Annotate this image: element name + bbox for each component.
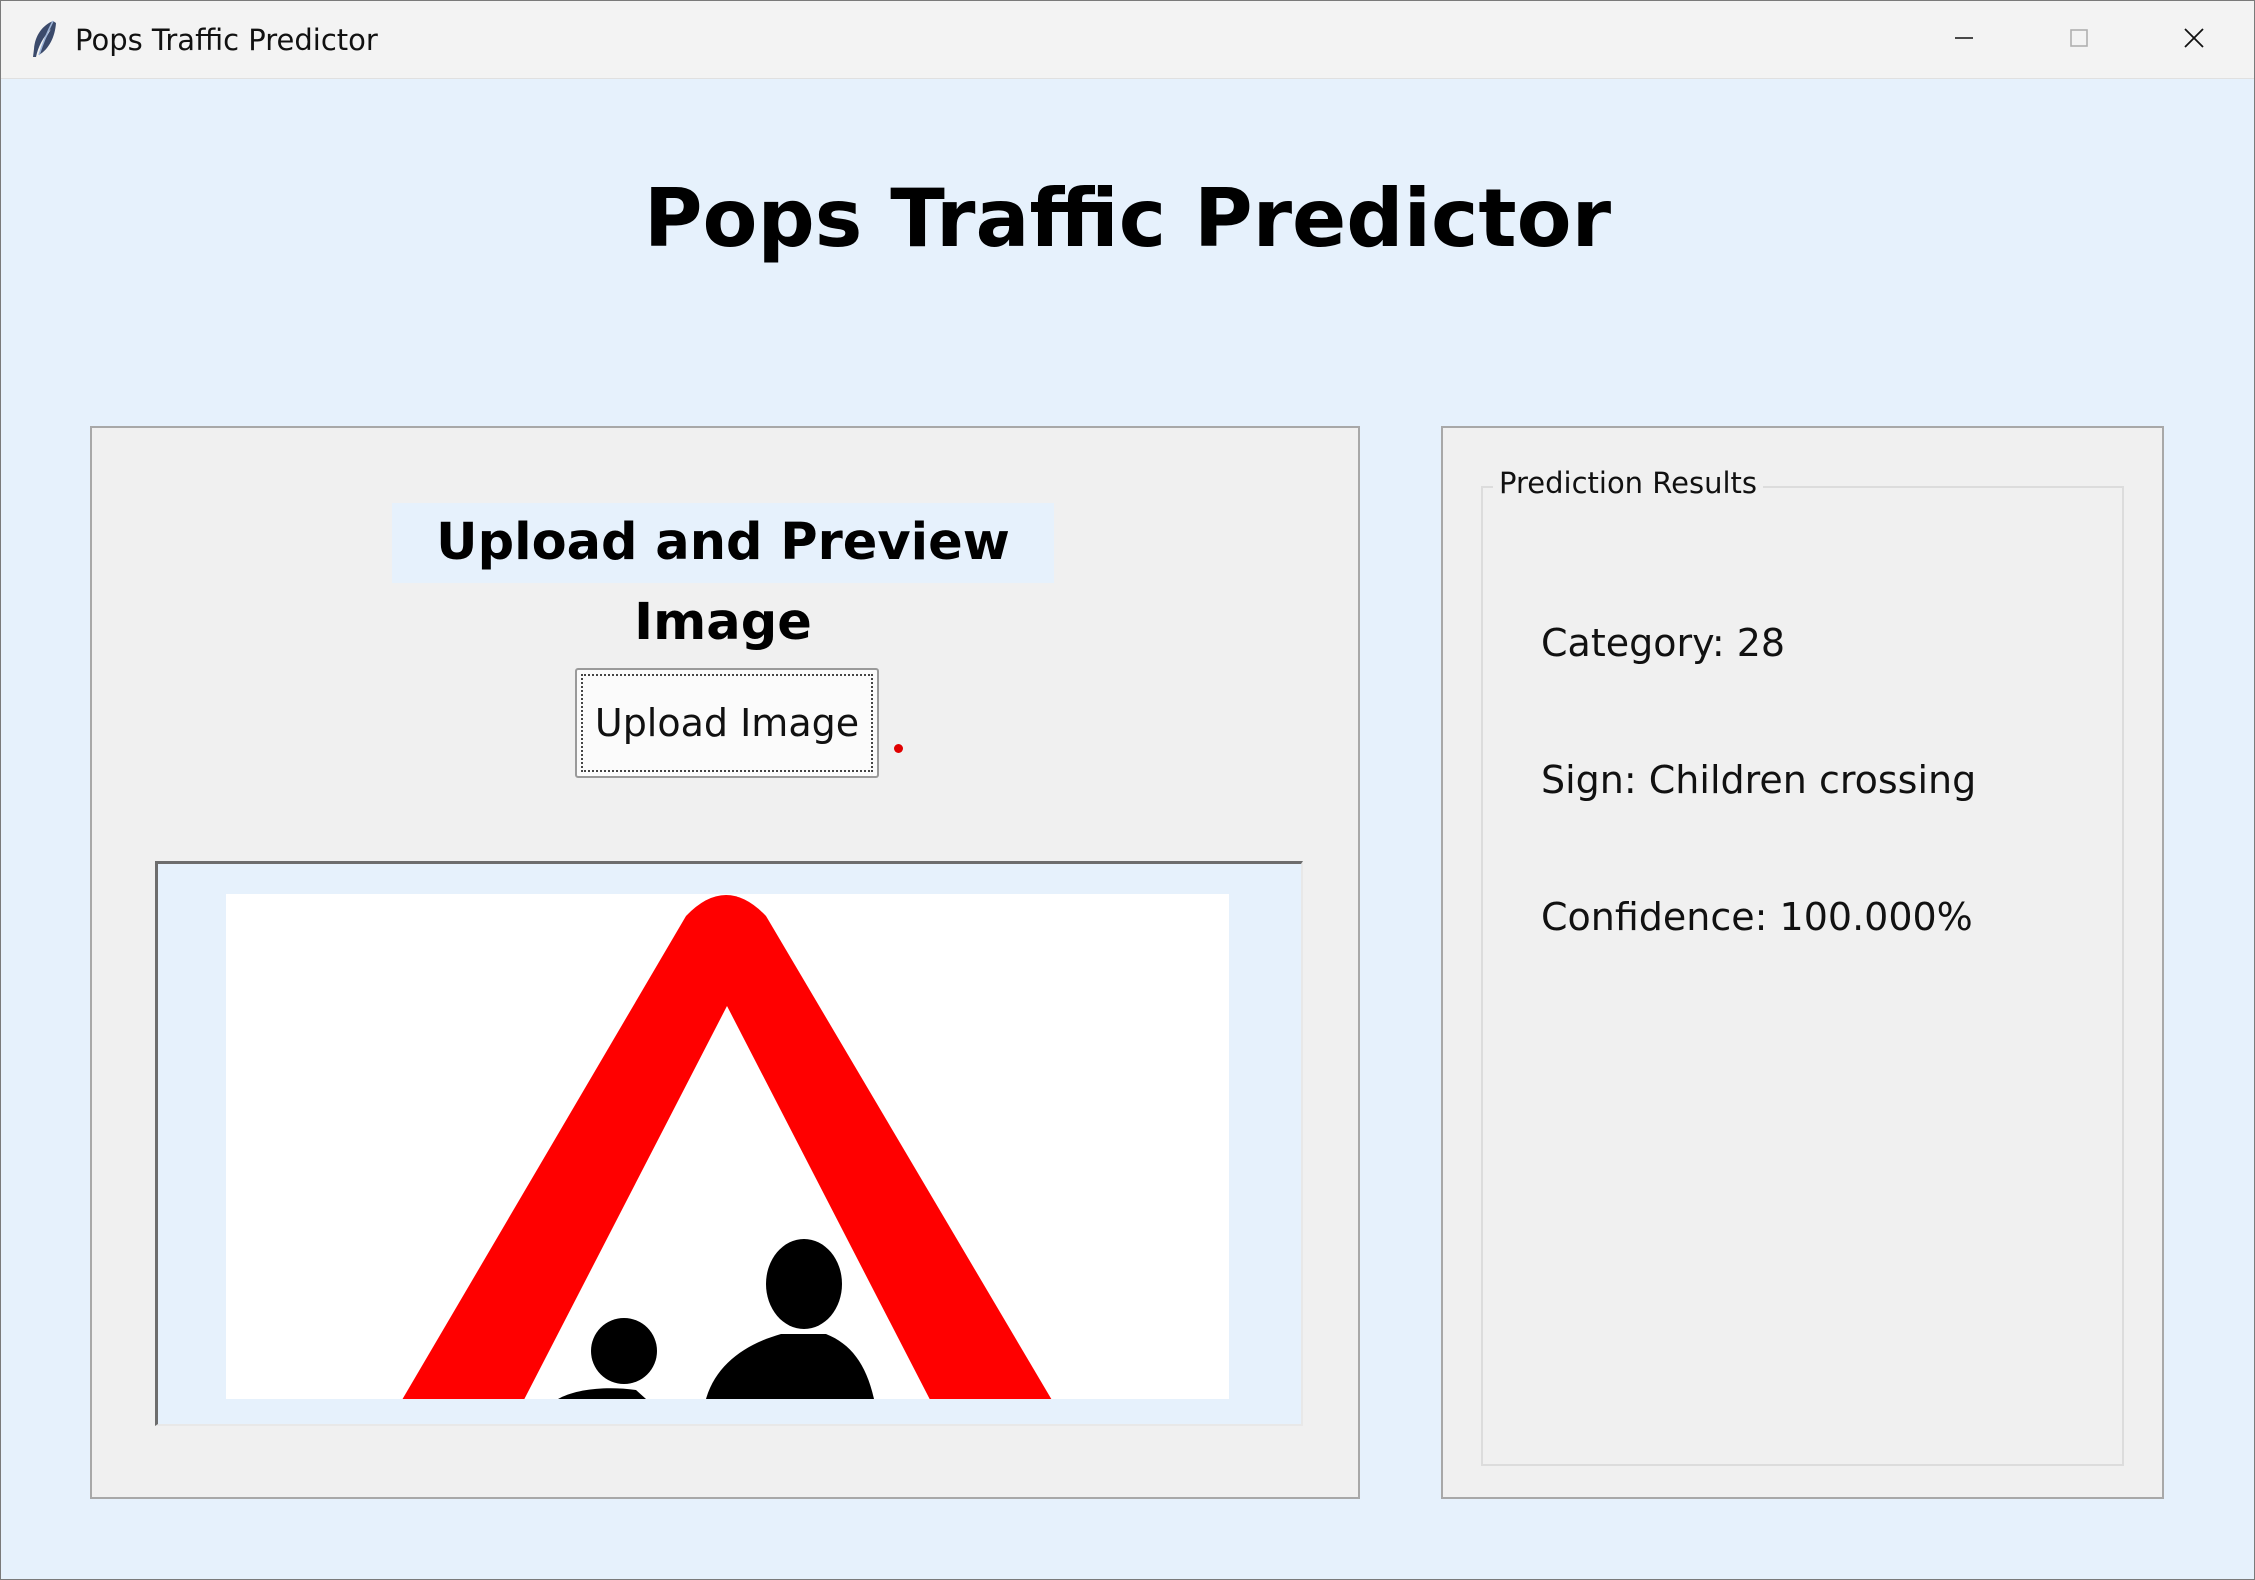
upload-button-label: Upload Image bbox=[581, 674, 873, 772]
close-button[interactable] bbox=[2136, 1, 2251, 78]
category-label: Category: 28 bbox=[1541, 621, 1786, 665]
upload-heading: Upload and Preview Image bbox=[392, 503, 1054, 652]
children-crossing-sign-image bbox=[226, 894, 1229, 1399]
feather-icon bbox=[29, 19, 59, 61]
preview-image bbox=[226, 894, 1229, 1399]
close-icon bbox=[2183, 27, 2205, 53]
upload-image-button[interactable]: Upload Image bbox=[575, 668, 879, 778]
page-title: Pops Traffic Predictor bbox=[643, 172, 1612, 265]
maximize-button[interactable] bbox=[2021, 1, 2136, 78]
window-title: Pops Traffic Predictor bbox=[75, 23, 378, 57]
image-preview-frame bbox=[155, 861, 1303, 1426]
prediction-results-group: Prediction Results Category: 28 Sign: Ch… bbox=[1481, 463, 2124, 1466]
minimize-button[interactable] bbox=[1906, 1, 2021, 78]
maximize-icon bbox=[2069, 28, 2089, 52]
upload-panel: Upload and Preview Image Upload Image bbox=[90, 426, 1360, 1499]
results-panel: Prediction Results Category: 28 Sign: Ch… bbox=[1441, 426, 2164, 1499]
results-group-label: Prediction Results bbox=[1493, 463, 1763, 503]
minimize-icon bbox=[1954, 28, 1974, 52]
title-bar[interactable]: Pops Traffic Predictor bbox=[1, 1, 2254, 79]
app-window: Pops Traffic Predictor Pops Traffic Pred… bbox=[0, 0, 2255, 1580]
sign-label: Sign: Children crossing bbox=[1541, 758, 1977, 802]
confidence-label: Confidence: 100.000% bbox=[1541, 895, 1973, 939]
status-dot bbox=[894, 744, 903, 753]
preview-bottom-strip bbox=[158, 1399, 1301, 1424]
